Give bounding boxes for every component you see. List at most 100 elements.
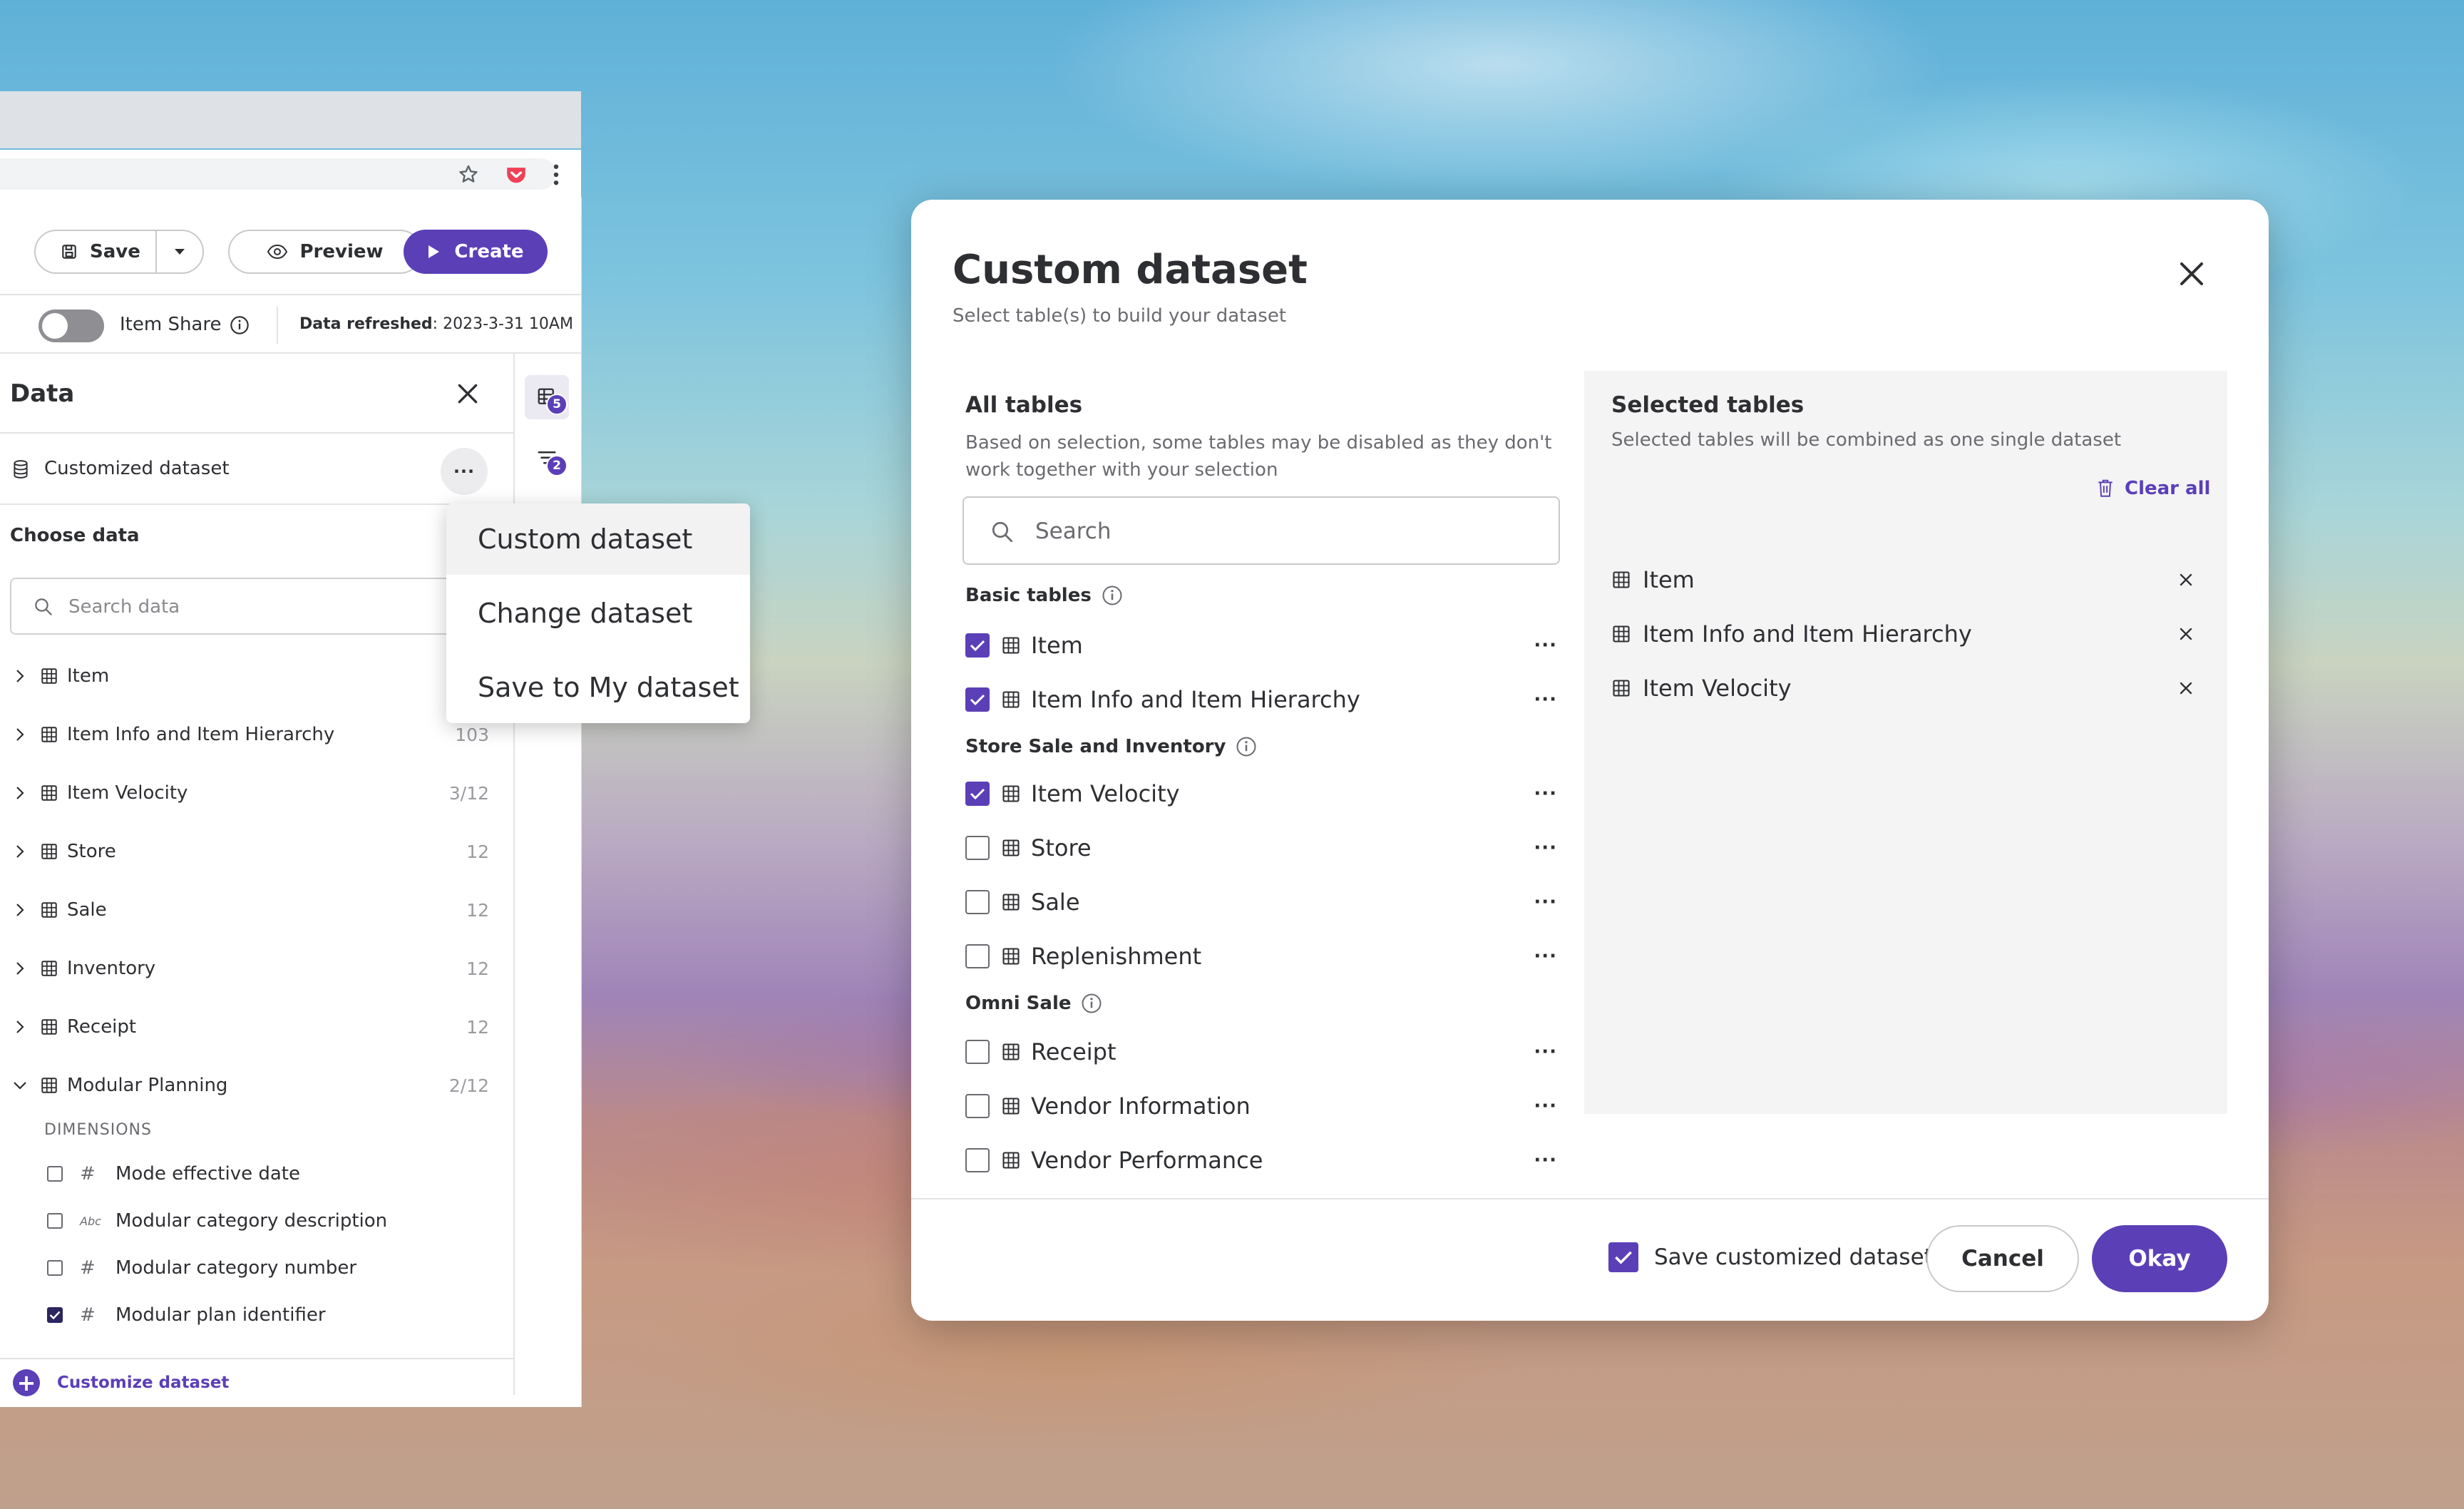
table-checkbox-checked[interactable] <box>965 633 990 658</box>
table-icon <box>40 842 58 861</box>
tree-item[interactable]: Item <box>0 655 499 697</box>
group-label: Basic tables <box>965 585 1092 606</box>
table-search-field <box>962 496 1560 565</box>
table-checkbox[interactable] <box>965 944 990 968</box>
dimension-label: Modular plan identifier <box>115 1304 326 1326</box>
table-row[interactable]: Item ··· <box>965 620 1557 670</box>
rail-filter-button[interactable]: 2 <box>525 436 569 481</box>
table-checkbox-checked[interactable] <box>965 782 990 806</box>
cancel-button[interactable]: Cancel <box>1926 1225 2079 1292</box>
chevron-right-icon[interactable] <box>6 785 34 801</box>
star-icon[interactable] <box>457 163 480 186</box>
modal-footer-divider <box>911 1198 2269 1199</box>
info-icon[interactable] <box>1081 993 1102 1014</box>
table-row[interactable]: Sale ··· <box>965 877 1557 927</box>
tree-item-expanded[interactable]: Modular Planning 2/12 <box>0 1064 499 1107</box>
dimension-row[interactable]: # Modular category number <box>0 1248 499 1288</box>
chevron-right-icon[interactable] <box>6 844 34 859</box>
more-icon[interactable]: ··· <box>1534 946 1557 967</box>
chevron-down-icon[interactable] <box>6 1080 34 1090</box>
dimension-checkbox[interactable] <box>47 1213 63 1229</box>
chevron-right-icon[interactable] <box>6 1019 34 1035</box>
table-checkbox[interactable] <box>965 1040 990 1064</box>
table-row[interactable]: Item Info and Item Hierarchy ··· <box>965 675 1557 725</box>
clear-all-button[interactable]: Clear all <box>2096 478 2210 499</box>
table-row[interactable]: Vendor Performance ··· <box>965 1135 1557 1185</box>
close-icon[interactable] <box>2175 257 2209 291</box>
table-row[interactable]: Replenishment ··· <box>965 931 1557 981</box>
okay-button[interactable]: Okay <box>2092 1225 2227 1292</box>
menu-item-change-dataset[interactable]: Change dataset <box>446 578 750 649</box>
table-row[interactable]: Receipt ··· <box>965 1027 1557 1077</box>
save-button-label: Save <box>90 241 140 262</box>
item-share-toggle[interactable] <box>38 310 104 342</box>
more-icon[interactable]: ··· <box>1534 783 1557 804</box>
pocket-icon[interactable] <box>504 163 528 187</box>
more-icon[interactable]: ··· <box>1534 1041 1557 1063</box>
more-icon[interactable]: ··· <box>1534 689 1557 710</box>
tree-item[interactable]: Item Info and Item Hierarchy 103 <box>0 713 499 756</box>
remove-icon[interactable] <box>2176 570 2196 590</box>
tree-item-label: Receipt <box>67 1016 137 1038</box>
more-icon[interactable]: ··· <box>1534 635 1557 656</box>
tree-item[interactable]: Receipt 12 <box>0 1006 499 1048</box>
tree-item-count: 2/12 <box>448 1075 489 1096</box>
group-heading: Basic tables <box>965 585 1123 606</box>
dimension-checkbox[interactable] <box>47 1260 63 1276</box>
save-dropdown-button[interactable] <box>157 248 202 255</box>
dimension-checkbox[interactable] <box>47 1166 63 1182</box>
dimension-row[interactable]: # Mode effective date <box>0 1154 499 1194</box>
more-icon[interactable]: ··· <box>1534 1150 1557 1171</box>
customize-dataset-button[interactable]: + Customize dataset <box>0 1358 513 1406</box>
tree-item[interactable]: Item Velocity 3/12 <box>0 772 499 814</box>
rail-tables-button[interactable]: 5 <box>525 375 569 419</box>
save-customized-checkbox-checked[interactable] <box>1608 1242 1638 1272</box>
dataset-more-button[interactable]: ··· <box>441 448 488 495</box>
tree-item[interactable]: Inventory 12 <box>0 947 499 990</box>
app-panel: Save Preview Create Item Share Data refr… <box>0 197 582 1407</box>
table-checkbox[interactable] <box>965 1148 990 1172</box>
search-data-input[interactable] <box>67 592 426 622</box>
remove-icon[interactable] <box>2176 678 2196 698</box>
table-icon <box>40 667 58 685</box>
table-checkbox[interactable] <box>965 1094 990 1118</box>
more-icon[interactable]: ··· <box>1534 891 1557 913</box>
more-icon[interactable]: ··· <box>1534 837 1557 859</box>
tree-item[interactable]: Sale 12 <box>0 889 499 931</box>
chevron-right-icon[interactable] <box>6 902 34 918</box>
info-icon[interactable] <box>230 315 250 335</box>
remove-icon[interactable] <box>2176 624 2196 644</box>
dimension-checkbox-checked[interactable] <box>47 1307 63 1323</box>
table-row[interactable]: Vendor Information ··· <box>965 1081 1557 1131</box>
dimension-row[interactable]: Abc Modular category description <box>0 1201 499 1241</box>
tree-item[interactable]: Store 12 <box>0 830 499 873</box>
table-search-input[interactable] <box>1034 515 1464 548</box>
info-icon[interactable] <box>1236 736 1257 757</box>
chevron-right-icon[interactable] <box>6 668 34 684</box>
selected-table-label: Item Velocity <box>1643 675 1792 702</box>
table-checkbox[interactable] <box>965 836 990 860</box>
info-icon[interactable] <box>1102 585 1123 606</box>
table-icon <box>40 959 58 978</box>
menu-item-custom-dataset[interactable]: Custom dataset <box>446 503 750 575</box>
save-customized-dataset-option[interactable]: Save customized dataset <box>1608 1242 1933 1272</box>
table-checkbox[interactable] <box>965 890 990 914</box>
chevron-right-icon[interactable] <box>6 727 34 742</box>
dimension-row[interactable]: # Modular plan identifier <box>0 1295 499 1335</box>
kebab-menu-icon[interactable] <box>553 164 560 185</box>
tree-item-label: Store <box>67 841 116 862</box>
tree-item-label: Item Velocity <box>67 782 188 804</box>
close-icon[interactable] <box>453 379 482 408</box>
table-checkbox-checked[interactable] <box>965 687 990 712</box>
chevron-right-icon[interactable] <box>6 961 34 976</box>
table-row[interactable]: Item Velocity ··· <box>965 769 1557 819</box>
menu-item-save-to-my-dataset[interactable]: Save to My dataset <box>446 652 750 723</box>
save-button[interactable]: Save <box>36 231 157 272</box>
table-row[interactable]: Store ··· <box>965 823 1557 873</box>
custom-dataset-modal: Custom dataset Select table(s) to build … <box>911 200 2269 1321</box>
more-icon[interactable]: ··· <box>1534 1095 1557 1117</box>
create-button[interactable]: Create <box>404 230 548 274</box>
table-icon <box>1611 678 1631 698</box>
preview-button[interactable]: Preview <box>228 230 422 274</box>
dataset-name: Customized dataset <box>44 458 230 479</box>
